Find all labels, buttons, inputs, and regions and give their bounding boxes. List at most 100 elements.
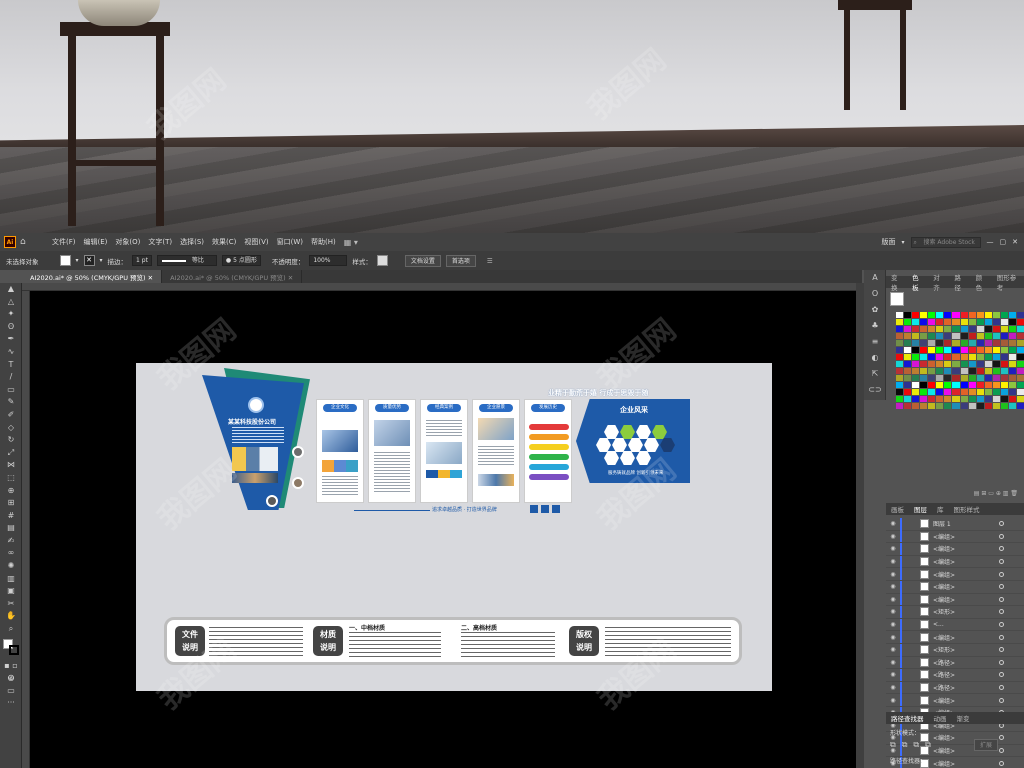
color-swatch[interactable] (1000, 312, 1008, 318)
visibility-eye-icon[interactable]: ◉ (886, 571, 900, 578)
tab-graphic-ref[interactable]: 图形参考 (992, 272, 1024, 292)
color-swatch[interactable] (960, 389, 968, 395)
color-swatch[interactable] (920, 382, 928, 388)
color-swatch[interactable] (920, 354, 928, 360)
lasso-tool-icon[interactable]: ʘ (0, 321, 22, 334)
color-swatch[interactable] (952, 396, 960, 402)
graphic-style-swatch[interactable] (376, 255, 388, 266)
color-swatch[interactable] (904, 333, 912, 339)
color-swatch[interactable] (976, 368, 984, 374)
color-swatch[interactable] (936, 403, 944, 409)
color-swatch[interactable] (1016, 333, 1024, 339)
color-swatch[interactable] (976, 354, 984, 360)
color-swatch[interactable] (1016, 340, 1024, 346)
eyedropper-tool-icon[interactable]: ✍ (0, 535, 22, 548)
color-swatch[interactable] (928, 326, 936, 332)
color-swatch[interactable] (920, 389, 928, 395)
tab-transform[interactable]: 变换 (886, 272, 907, 292)
align-icon[interactable]: ☰ (487, 257, 493, 265)
color-swatch[interactable] (968, 347, 976, 353)
visibility-eye-icon[interactable]: ◉ (886, 545, 900, 552)
color-swatch[interactable] (976, 396, 984, 402)
visibility-eye-icon[interactable]: ◉ (886, 558, 900, 565)
shape-mode-icons[interactable]: ⧉⧉⧉⧉ (890, 740, 937, 750)
color-swatch[interactable] (944, 333, 952, 339)
color-swatch[interactable] (1008, 354, 1016, 360)
shaper-tool-icon[interactable]: ✐ (0, 409, 22, 422)
color-swatch[interactable] (928, 396, 936, 402)
line-tool-icon[interactable]: / (0, 371, 22, 384)
opacity-field[interactable]: 100% (309, 255, 348, 266)
menu-edit[interactable]: 编辑(E) (84, 237, 108, 247)
color-swatch[interactable] (912, 333, 920, 339)
color-swatch[interactable] (960, 375, 968, 381)
stroke-swatch[interactable]: ✕ (83, 255, 95, 266)
color-swatch[interactable] (944, 382, 952, 388)
symbols-panel-icon[interactable]: ♣ (864, 318, 886, 334)
target-circle-icon[interactable] (999, 647, 1004, 653)
color-swatch[interactable] (936, 354, 944, 360)
color-swatch[interactable] (952, 403, 960, 409)
brush-definition[interactable]: ● 5 点圆形 (221, 255, 261, 266)
color-swatch[interactable] (952, 389, 960, 395)
color-swatch[interactable] (920, 368, 928, 374)
color-swatch[interactable] (992, 333, 1000, 339)
tab-swatches[interactable]: 色板 (907, 272, 928, 292)
layer-row[interactable]: ◉ <编组> (886, 530, 1024, 544)
target-circle-icon[interactable] (999, 559, 1004, 565)
color-swatch[interactable] (976, 333, 984, 339)
color-swatch[interactable] (1000, 361, 1008, 367)
more-tools-icon[interactable]: ··· (0, 697, 22, 710)
type-tool-icon[interactable]: T (0, 359, 22, 372)
color-swatch[interactable] (960, 382, 968, 388)
color-swatch[interactable] (992, 354, 1000, 360)
color-swatch[interactable] (920, 319, 928, 325)
color-swatch[interactable] (896, 396, 904, 402)
color-swatch[interactable] (1008, 375, 1016, 381)
minimize-button[interactable]: — (987, 238, 994, 246)
color-swatch[interactable] (992, 403, 1000, 409)
selection-tool-icon[interactable]: ▲ (0, 283, 22, 296)
target-circle-icon[interactable] (999, 584, 1004, 590)
artboard[interactable]: 某某科技股份公司 企业文化 质量优势 经典案例 企业愿景 发展历史 业精于勤荒于… (136, 363, 772, 691)
character-panel-icon[interactable]: A (864, 270, 886, 286)
target-circle-icon[interactable] (999, 735, 1004, 741)
shape-builder-tool-icon[interactable]: ⊕ (0, 485, 22, 498)
color-swatch[interactable] (992, 319, 1000, 325)
color-swatch[interactable] (984, 354, 992, 360)
document-setup-button[interactable]: 文档设置 (404, 254, 441, 267)
color-swatch[interactable] (896, 347, 904, 353)
color-swatch[interactable] (912, 403, 920, 409)
color-swatch[interactable] (1016, 396, 1024, 402)
color-swatch[interactable] (904, 361, 912, 367)
color-swatch[interactable] (1008, 340, 1016, 346)
tab-artboards[interactable]: 画板 (886, 504, 909, 514)
color-swatch[interactable] (952, 354, 960, 360)
color-swatch[interactable] (968, 354, 976, 360)
color-swatch[interactable] (1008, 333, 1016, 339)
tab-pathfinder-panel[interactable]: 路径查找器 (886, 713, 929, 723)
menu-effect[interactable]: 效果(C) (212, 237, 236, 247)
color-swatch[interactable] (984, 389, 992, 395)
color-swatch[interactable] (936, 389, 944, 395)
color-swatch[interactable] (960, 319, 968, 325)
color-swatch[interactable] (960, 312, 968, 318)
color-swatch[interactable] (928, 375, 936, 381)
layer-row[interactable]: ◉ <... (886, 618, 1024, 632)
pen-tool-icon[interactable]: ✒ (0, 333, 22, 346)
workspace-switcher[interactable]: 版面 (881, 237, 895, 247)
color-swatch[interactable] (952, 326, 960, 332)
color-swatch[interactable] (960, 368, 968, 374)
color-swatch[interactable] (936, 347, 944, 353)
visibility-eye-icon[interactable]: ◉ (886, 659, 900, 666)
color-swatch[interactable] (920, 340, 928, 346)
color-swatch[interactable] (928, 368, 936, 374)
color-swatch[interactable] (920, 375, 928, 381)
variable-width-profile[interactable]: 等比 (156, 255, 217, 266)
color-swatch[interactable] (968, 319, 976, 325)
color-swatch[interactable] (976, 347, 984, 353)
color-mode-icon[interactable]: ▪ ▫ ⊘ (0, 660, 22, 682)
color-swatch[interactable] (928, 312, 936, 318)
arrange-documents-icon[interactable]: ▦ ▾ (344, 238, 358, 247)
brushes-panel-icon[interactable]: ✿ (864, 302, 886, 318)
